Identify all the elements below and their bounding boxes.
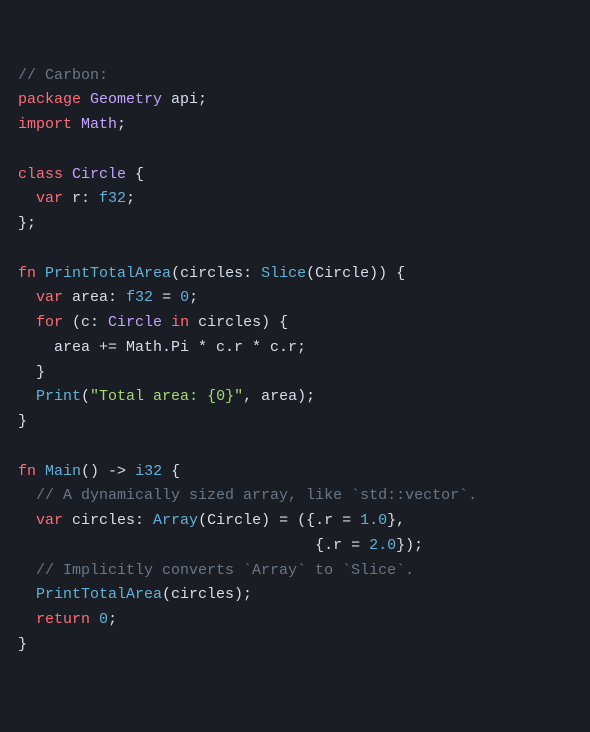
indent — [18, 537, 315, 554]
indent — [18, 512, 36, 529]
indent — [18, 562, 36, 579]
text: ( — [81, 388, 90, 405]
text: { — [162, 463, 180, 480]
text: } — [36, 364, 45, 381]
indent — [18, 611, 36, 628]
text: }; — [18, 215, 36, 232]
keyword: package — [18, 91, 81, 108]
text: circles: — [63, 512, 153, 529]
keyword: var — [36, 289, 63, 306]
text: () -> — [81, 463, 135, 480]
indent — [18, 364, 36, 381]
text: ; — [117, 116, 126, 133]
number: 0 — [180, 289, 189, 306]
keyword: in — [162, 314, 189, 331]
text — [72, 116, 81, 133]
function-name: Print — [36, 388, 81, 405]
text: {.r = — [315, 537, 369, 554]
keyword: for — [36, 314, 63, 331]
text: (c: — [63, 314, 108, 331]
text: ; — [189, 289, 198, 306]
keyword: fn — [18, 265, 36, 282]
class-name: Circle — [72, 166, 126, 183]
number: 2.0 — [369, 537, 396, 554]
type: i32 — [135, 463, 162, 480]
text: } — [18, 636, 27, 653]
text: circles) { — [189, 314, 288, 331]
function-name: Array — [153, 512, 198, 529]
comment: // Implicitly converts `Array` to `Slice… — [36, 562, 414, 579]
text — [36, 463, 45, 480]
text: area: — [63, 289, 126, 306]
text: (circles: — [171, 265, 261, 282]
comment: // A dynamically sized array, like `std:… — [36, 487, 477, 504]
text: (Circle) = ({.r = — [198, 512, 360, 529]
function-name: Slice — [261, 265, 306, 282]
type: f32 — [126, 289, 153, 306]
text — [63, 166, 72, 183]
text: = — [153, 289, 180, 306]
text: ; — [126, 190, 135, 207]
text: ; — [108, 611, 117, 628]
indent — [18, 339, 54, 356]
text: , area); — [243, 388, 315, 405]
function-name: PrintTotalArea — [45, 265, 171, 282]
text: }, — [387, 512, 405, 529]
comment: // Carbon: — [18, 67, 108, 84]
class-name: Geometry — [90, 91, 162, 108]
keyword: var — [36, 512, 63, 529]
keyword: var — [36, 190, 63, 207]
class-name: Math — [81, 116, 117, 133]
string: "Total area: {0}" — [90, 388, 243, 405]
indent — [18, 190, 36, 207]
text — [90, 611, 99, 628]
indent — [18, 586, 36, 603]
number: 0 — [99, 611, 108, 628]
text: }); — [396, 537, 423, 554]
keyword: class — [18, 166, 63, 183]
indent — [18, 289, 36, 306]
class-name: Circle — [108, 314, 162, 331]
text — [81, 91, 90, 108]
indent — [18, 314, 36, 331]
text: api; — [162, 91, 207, 108]
indent — [18, 388, 36, 405]
text: (Circle)) { — [306, 265, 405, 282]
keyword: fn — [18, 463, 36, 480]
text: (circles); — [162, 586, 252, 603]
number: 1.0 — [360, 512, 387, 529]
function-name: PrintTotalArea — [36, 586, 162, 603]
text: area += Math.Pi * c.r * c.r; — [54, 339, 306, 356]
code-block: // Carbon: package Geometry api; import … — [18, 64, 572, 658]
keyword: return — [36, 611, 90, 628]
text — [36, 265, 45, 282]
text: { — [126, 166, 144, 183]
keyword: import — [18, 116, 72, 133]
text: } — [18, 413, 27, 430]
function-name: Main — [45, 463, 81, 480]
type: f32 — [99, 190, 126, 207]
indent — [18, 487, 36, 504]
text: r: — [63, 190, 99, 207]
